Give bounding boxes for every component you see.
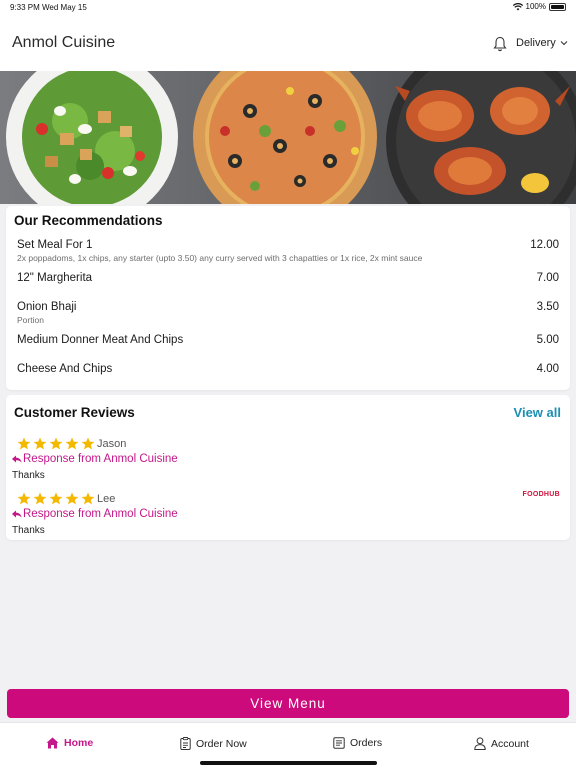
menu-item[interactable]: Set Meal For 1 12.00 2x poppadoms, 1x ch… [17,239,559,263]
tab-order-now-label: Order Now [196,737,247,750]
star-icon [33,492,47,505]
item-name: 12" Margherita [17,272,93,284]
wifi-icon [512,2,523,10]
reviews-title: Customer Reviews [14,405,135,420]
item-name: Onion Bhaji [17,301,77,313]
star-icon [17,437,31,450]
crab-plate [386,71,576,204]
view-all-link[interactable]: View all [514,405,561,420]
restaurant-title: Anmol Cuisine [12,34,116,51]
foodhub-logo: FOODHUB [522,491,560,498]
battery-icon [549,2,566,11]
star-icon [33,437,47,450]
tab-account-label: Account [491,737,529,750]
restaurant-response-label: Response from Anmol Cuisine [12,453,178,465]
response-text: Thanks [12,525,45,536]
tab-home[interactable]: Home [46,737,93,749]
salad-plate [6,71,178,204]
item-description: 2x poppadoms, 1x chips, any starter (upt… [17,253,423,263]
item-name: Cheese And Chips [17,363,113,375]
view-menu-button[interactable]: View Menu [7,689,569,718]
delivery-selector[interactable]: Delivery [516,37,568,49]
battery-percent: 100% [525,2,546,11]
star-icon [65,492,79,505]
receipt-icon [333,737,345,749]
tab-order-now[interactable]: Order Now [180,737,247,750]
menu-item[interactable]: Medium Donner Meat And Chips 5.00 [17,334,559,346]
menu-item[interactable]: 12" Margherita 7.00 [17,272,559,284]
item-price: 3.50 [536,301,559,313]
response-label: Response from Anmol Cuisine [23,508,178,520]
hero-banner [0,71,576,204]
item-name: Set Meal For 1 [17,239,93,251]
top-bar: Anmol Cuisine Delivery [0,14,576,71]
pizza [193,71,377,204]
status-bar: 9:33 PM Wed May 15 100% [0,0,576,14]
tab-orders[interactable]: Orders [333,737,382,749]
chevron-down-icon [560,41,568,46]
response-text: Thanks [12,470,45,481]
reply-icon [12,510,22,518]
restaurant-response-label: Response from Anmol Cuisine [12,508,178,520]
recommendations-card: Our Recommendations Set Meal For 1 12.00… [6,206,570,390]
item-price: 4.00 [536,363,559,375]
star-icon [49,492,63,505]
status-date: Wed May 15 [42,3,87,12]
tab-home-label: Home [64,737,94,749]
item-description: Portion [17,315,44,325]
home-icon [46,737,59,749]
star-icon [17,492,31,505]
reviews-card: Customer Reviews View all Jason Response… [6,395,570,540]
bell-icon[interactable] [493,36,507,52]
item-price: 7.00 [536,272,559,284]
bottom-tab-bar: Home Order Now Orders Account [0,722,576,768]
home-indicator[interactable] [200,761,377,765]
reviewer-name: Jason [97,438,127,450]
person-icon [474,737,486,750]
item-price: 12.00 [530,239,559,251]
star-rating [17,437,95,450]
tab-account[interactable]: Account [474,737,529,750]
star-icon [65,437,79,450]
reply-icon [12,455,22,463]
menu-item[interactable]: Cheese And Chips 4.00 [17,363,559,375]
star-rating [17,492,95,505]
status-right: 100% [512,2,566,11]
status-time: 9:33 PM [10,3,40,12]
item-name: Medium Donner Meat And Chips [17,334,184,346]
response-label: Response from Anmol Cuisine [23,453,178,465]
recommendations-title: Our Recommendations [14,213,163,228]
clipboard-icon [180,737,191,750]
star-icon [81,492,95,505]
star-icon [81,437,95,450]
tab-orders-label: Orders [350,737,383,749]
item-price: 5.00 [536,334,559,346]
food-banner-image [0,71,576,204]
menu-item[interactable]: Onion Bhaji 3.50 Portion [17,301,559,325]
star-icon [49,437,63,450]
delivery-label: Delivery [516,37,556,49]
reviewer-name: Lee [97,493,116,505]
